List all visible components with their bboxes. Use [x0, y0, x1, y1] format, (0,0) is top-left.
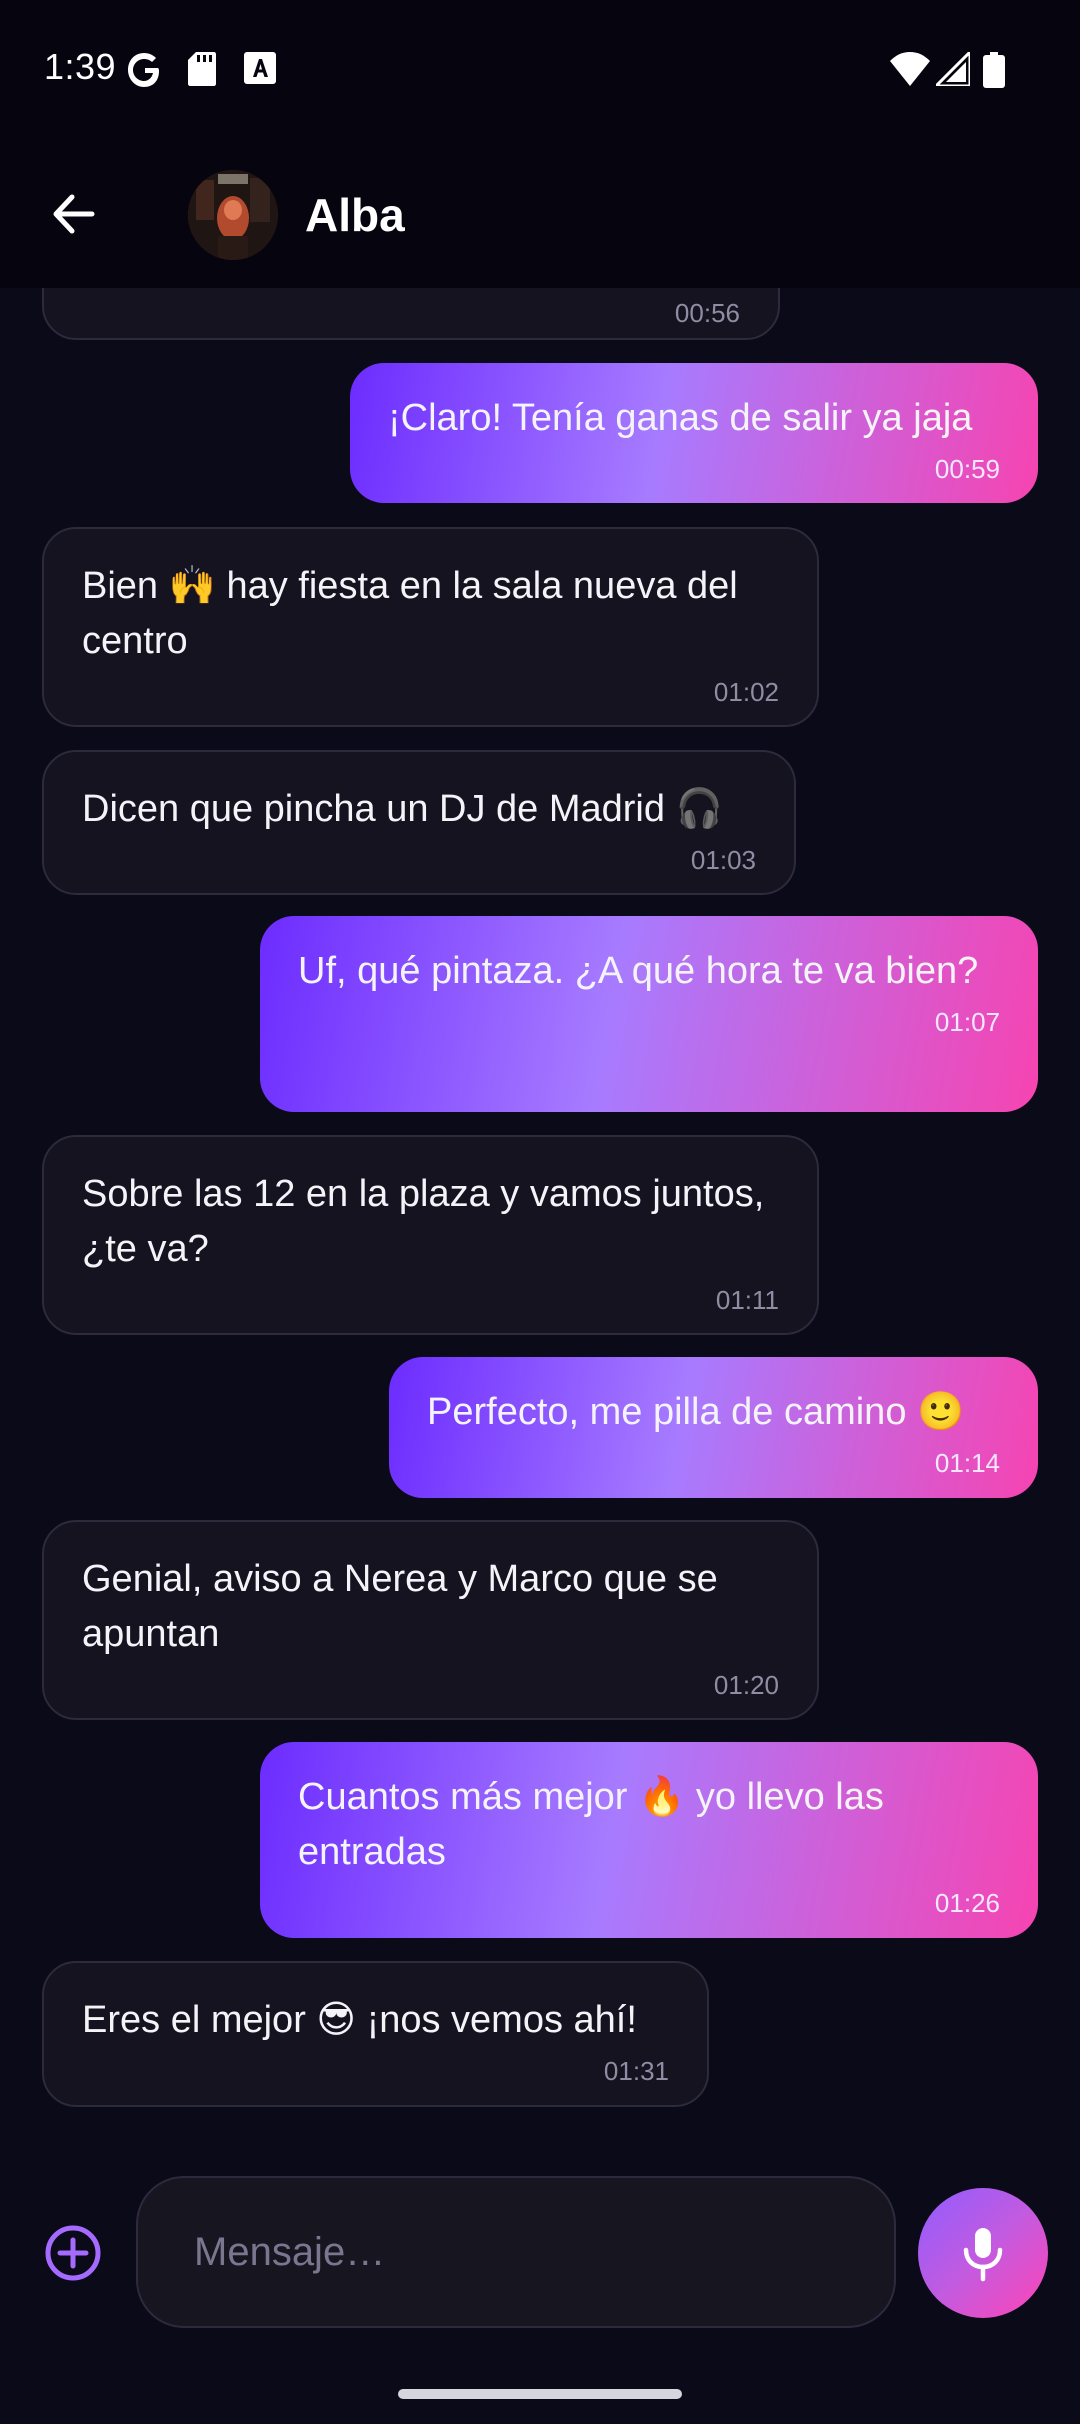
- voice-record-button[interactable]: [918, 2188, 1048, 2318]
- message-text: Genial, aviso a Nerea y Marco que se apu…: [82, 1558, 718, 1655]
- message-text: Eres el mejor 😎 ¡nos vemos ahí!: [82, 1999, 637, 2041]
- battery-icon: [983, 52, 1005, 93]
- sd-card-icon: [188, 52, 216, 91]
- back-button[interactable]: [44, 184, 104, 244]
- font-a-icon: [244, 52, 276, 89]
- contact-name[interactable]: Alba: [305, 188, 405, 242]
- message-time: 00:56: [674, 298, 740, 328]
- message-bubble-outgoing[interactable]: Perfecto, me pilla de camino 🙂 01:14: [389, 1357, 1038, 1498]
- message-time: 01:31: [603, 2056, 669, 2086]
- chat-header: Alba: [0, 140, 1080, 288]
- message-bubble-incoming[interactable]: Eres el mejor 😎 ¡nos vemos ahí! 01:31: [42, 1961, 709, 2107]
- wifi-icon: [890, 52, 930, 91]
- message-text: Dicen que pincha un DJ de Madrid 🎧: [82, 788, 723, 830]
- message-text: Uf, qué pintaza. ¿A qué hora te va bien?: [298, 950, 979, 992]
- status-bar: 1:39: [0, 0, 1080, 140]
- message-text: Sobre las 12 en la plaza y vamos juntos,…: [82, 1173, 765, 1270]
- composer-bar: [0, 2160, 1080, 2340]
- add-attachment-button[interactable]: [44, 2224, 102, 2282]
- plus-circle-icon: [45, 2225, 101, 2281]
- message-bubble-incoming[interactable]: Dicen que pincha un DJ de Madrid 🎧 01:03: [42, 750, 796, 895]
- message-text: Bien 🙌 hay fiesta en la sala nueva del c…: [82, 565, 738, 662]
- message-bubble-incoming[interactable]: Sobre las 12 en la plaza y vamos juntos,…: [42, 1135, 819, 1335]
- message-time: 01:07: [934, 1007, 1000, 1037]
- message-bubble-incoming[interactable]: Genial, aviso a Nerea y Marco que se apu…: [42, 1520, 819, 1720]
- google-icon: [128, 52, 162, 93]
- message-time: 01:02: [713, 677, 779, 707]
- message-list[interactable]: 00:56 ¡Claro! Tenía ganas de salir ya ja…: [0, 288, 1080, 2158]
- message-input[interactable]: [136, 2176, 896, 2328]
- message-bubble-outgoing[interactable]: Cuantos más mejor 🔥 yo llevo las entrada…: [260, 1742, 1038, 1938]
- signal-icon: [932, 48, 972, 91]
- status-time: 1:39: [44, 46, 117, 87]
- message-text: Cuantos más mejor 🔥 yo llevo las entrada…: [298, 1776, 884, 1873]
- message-time: 01:03: [690, 845, 756, 875]
- home-indicator[interactable]: [398, 2389, 682, 2399]
- message-bubble-incoming[interactable]: Bien 🙌 hay fiesta en la sala nueva del c…: [42, 527, 819, 727]
- avatar-photo: [188, 170, 278, 260]
- microphone-icon: [963, 2228, 1003, 2282]
- arrow-left-icon: [53, 194, 95, 234]
- message-text: Perfecto, me pilla de camino 🙂: [427, 1391, 965, 1433]
- message-time: 01:26: [934, 1888, 1000, 1918]
- message-time: 01:14: [934, 1448, 1000, 1478]
- message-time: 01:20: [713, 1670, 779, 1700]
- message-time: 00:59: [934, 454, 1000, 484]
- avatar[interactable]: [188, 170, 278, 260]
- message-bubble-outgoing[interactable]: ¡Claro! Tenía ganas de salir ya jaja 00:…: [350, 363, 1038, 503]
- message-time: 01:11: [715, 1285, 779, 1315]
- message-text: ¡Claro! Tenía ganas de salir ya jaja: [388, 397, 973, 439]
- message-bubble-incoming[interactable]: 00:56: [42, 288, 780, 340]
- message-bubble-outgoing[interactable]: Uf, qué pintaza. ¿A qué hora te va bien?…: [260, 916, 1038, 1112]
- chat-screen: 1:39 Alba 00:56 ¡Claro! Tenía ganas de s…: [0, 0, 1080, 2424]
